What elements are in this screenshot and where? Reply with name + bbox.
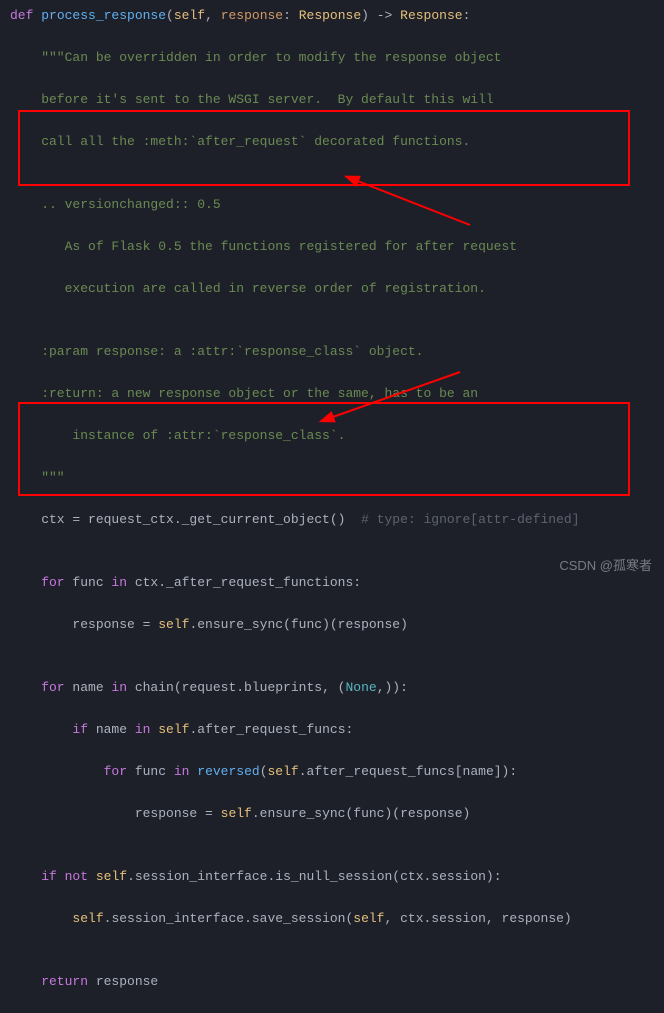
docstring-line: As of Flask 0.5 the functions registered… xyxy=(10,236,664,257)
docstring-line: call all the :meth:`after_request` decor… xyxy=(10,131,664,152)
docstring-line: """Can be overridden in order to modify … xyxy=(10,47,664,68)
docstring-line: execution are called in reverse order of… xyxy=(10,278,664,299)
docstring-line: .. versionchanged:: 0.5 xyxy=(10,194,664,215)
code-block: def process_response(self, response: Res… xyxy=(0,0,664,1013)
watermark: CSDN @孤寒者 xyxy=(559,555,652,576)
def-keyword: def xyxy=(10,8,33,23)
function-name: process_response xyxy=(41,8,166,23)
docstring-line: :param response: a :attr:`response_class… xyxy=(10,341,664,362)
comment: # type: ignore[attr-defined] xyxy=(361,512,579,527)
docstring-line: """ xyxy=(10,467,664,488)
docstring-line: instance of :attr:`response_class`. xyxy=(10,425,664,446)
docstring-line: before it's sent to the WSGI server. By … xyxy=(10,89,664,110)
docstring-line: :return: a new response object or the sa… xyxy=(10,383,664,404)
